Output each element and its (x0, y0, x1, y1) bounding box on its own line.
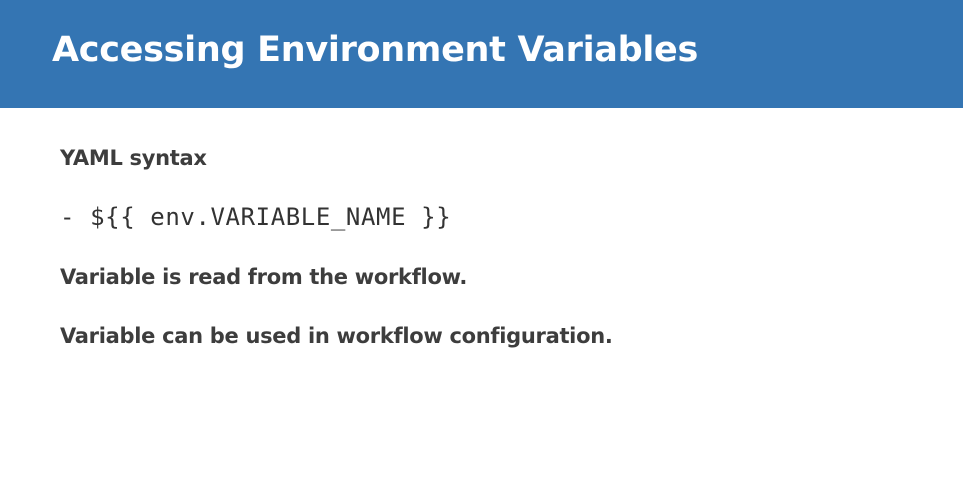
variable-read-statement: Variable is read from the workflow. (60, 265, 468, 289)
slide-title: Accessing Environment Variables (52, 30, 699, 70)
yaml-syntax-label: YAML syntax (60, 146, 207, 170)
slide: Accessing Environment Variables YAML syn… (0, 0, 963, 494)
variable-usage-statement: Variable can be used in workflow configu… (60, 324, 613, 348)
title-bar: Accessing Environment Variables (0, 0, 963, 108)
env-variable-syntax-code: - ${{ env.VARIABLE_NAME }} (60, 203, 452, 231)
